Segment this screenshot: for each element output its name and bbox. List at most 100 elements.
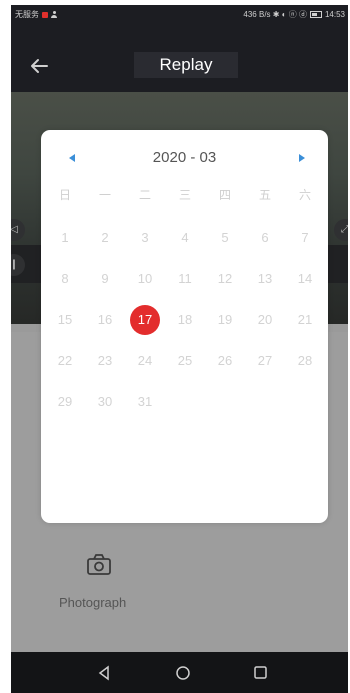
calendar-day[interactable]: 16	[85, 304, 125, 345]
calendar-day[interactable]: 10	[125, 263, 165, 304]
day-number: 29	[57, 394, 73, 409]
day-number: 18	[177, 312, 193, 327]
calendar-day[interactable]: 28	[285, 345, 325, 386]
app-header: Replay	[11, 24, 348, 92]
calendar-day[interactable]: 18	[165, 304, 205, 345]
day-number: 28	[297, 353, 313, 368]
day-number: 8	[61, 271, 69, 286]
calendar-day	[205, 386, 245, 427]
calendar-day[interactable]: 2	[85, 222, 125, 263]
clock: 14:53	[324, 10, 345, 19]
calendar-week-row: 1 2 3 4 5 6 7	[45, 222, 325, 263]
camera-icon[interactable]	[86, 553, 112, 577]
calendar-day	[165, 386, 205, 427]
day-number: 20	[257, 312, 273, 327]
calendar-day[interactable]: 30	[85, 386, 125, 427]
pause-icon[interactable]: ❙	[11, 254, 25, 276]
weekday-label: 三	[178, 188, 191, 202]
calendar-day[interactable]: 12	[205, 263, 245, 304]
selected-day[interactable]: 17	[125, 304, 165, 345]
calendar-header: 2020 - 03	[41, 146, 328, 170]
weekday-header: 日一二三四五六	[45, 186, 325, 208]
nav-back-icon[interactable]	[95, 665, 113, 681]
day-number: 17	[137, 312, 153, 327]
calendar-day	[245, 386, 285, 427]
calendar-day[interactable]: 1	[45, 222, 85, 263]
day-number: 9	[101, 271, 109, 286]
day-number: 31	[137, 394, 153, 409]
weekday-label: 六	[298, 188, 311, 202]
day-number: 6	[261, 230, 269, 245]
calendar-day[interactable]: 27	[245, 345, 285, 386]
calendar-day[interactable]: 4	[165, 222, 205, 263]
calendar-day[interactable]: 15	[45, 304, 85, 345]
calendar-day[interactable]: 3	[125, 222, 165, 263]
nav-home-icon[interactable]	[174, 665, 192, 681]
calendar-day[interactable]: 23	[85, 345, 125, 386]
day-number: 5	[221, 230, 229, 245]
calendar-day	[285, 386, 325, 427]
day-grid: 1 2 3 4 5 6 7 8 9 10 11 12 13 14 15 16 17 18 19 20 21 22 23 24 2…	[45, 222, 325, 427]
day-number: 11	[178, 271, 192, 286]
calendar-day[interactable]: 22	[45, 345, 85, 386]
calendar-day[interactable]: 21	[285, 304, 325, 345]
system-nav-bar	[11, 652, 348, 693]
day-number: 22	[57, 353, 73, 368]
day-number: 24	[137, 353, 153, 368]
day-number: 4	[181, 230, 189, 245]
weekday-label: 五	[258, 188, 271, 202]
nav-recent-icon[interactable]	[251, 665, 269, 681]
day-number: 19	[217, 312, 233, 327]
calendar-day[interactable]: 7	[285, 222, 325, 263]
day-number: 1	[61, 230, 69, 245]
calendar-day[interactable]: 31	[125, 386, 165, 427]
calendar-week-row: 8 9 10 11 12 13 14	[45, 263, 325, 304]
calendar-day[interactable]: 5	[205, 222, 245, 263]
calendar-day[interactable]: 26	[205, 345, 245, 386]
day-number: 23	[97, 353, 113, 368]
carrier-text: 无服务	[15, 10, 39, 19]
day-number: 21	[297, 312, 313, 327]
battery-icon	[309, 11, 322, 18]
day-number: 3	[141, 230, 149, 245]
calendar-day[interactable]: 13	[245, 263, 285, 304]
date-picker-dialog: 2020 - 03 日一二三四五六 1 2 3 4 5 6 7 8 9 10 11 12 13 14 15 1…	[41, 130, 328, 523]
weekday-label: 二	[138, 188, 151, 202]
weekday-label: 一	[98, 188, 111, 202]
photograph-label: Photograph	[59, 595, 127, 610]
day-number: 2	[101, 230, 109, 245]
weekday-label: 四	[218, 188, 231, 202]
status-bar: 无服务 436 B/s ✱ ◐ ⓝ ⓓ 14:53	[11, 5, 348, 24]
day-number: 25	[177, 353, 193, 368]
calendar-day[interactable]: 9	[85, 263, 125, 304]
back-arrow-icon[interactable]	[27, 56, 51, 76]
day-number: 16	[97, 312, 113, 327]
weekday-label: 日	[58, 188, 71, 202]
day-number: 15	[57, 312, 73, 327]
calendar-day[interactable]: 25	[165, 345, 205, 386]
page-title: Replay	[134, 52, 238, 78]
phone-screen: 无服务 436 B/s ✱ ◐ ⓝ ⓓ 14:53 Replay ◁ ❙ ⤢ P	[11, 5, 348, 693]
calendar-week-row: 15 16 17 18 19 20 21	[45, 304, 325, 345]
calendar-day[interactable]: 29	[45, 386, 85, 427]
calendar-week-row: 29 30 31	[45, 386, 325, 427]
calendar-day[interactable]: 11	[165, 263, 205, 304]
day-number: 10	[137, 271, 153, 286]
day-number: 30	[97, 394, 113, 409]
day-number: 7	[301, 230, 309, 245]
calendar-day[interactable]: 19	[205, 304, 245, 345]
day-number: 27	[257, 353, 273, 368]
calendar-day[interactable]: 8	[45, 263, 85, 304]
notification-icon	[42, 11, 48, 18]
person-icon	[51, 11, 57, 18]
calendar-day[interactable]: 14	[285, 263, 325, 304]
calendar-day[interactable]: 24	[125, 345, 165, 386]
calendar-week-row: 22 23 24 25 26 27 28	[45, 345, 325, 386]
next-month-icon[interactable]	[294, 150, 310, 166]
day-number: 13	[257, 271, 273, 286]
day-number: 14	[297, 271, 313, 286]
day-number: 26	[217, 353, 233, 368]
calendar-day[interactable]: 6	[245, 222, 285, 263]
calendar-day[interactable]: 20	[245, 304, 285, 345]
day-number: 12	[217, 271, 233, 286]
